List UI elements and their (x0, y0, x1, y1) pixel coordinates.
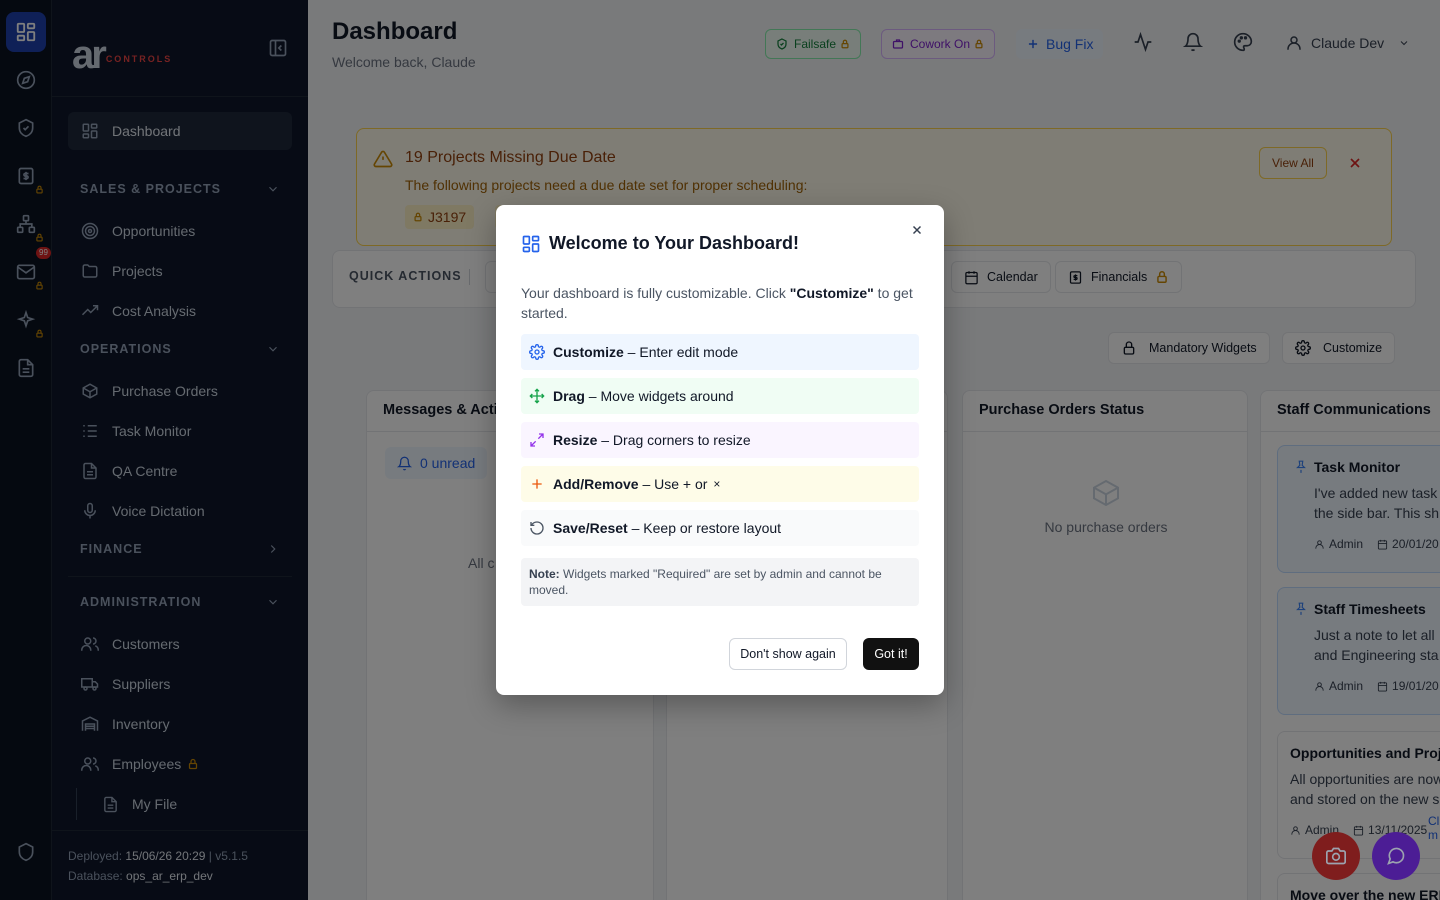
camera-icon (1326, 846, 1346, 866)
camera-fab[interactable] (1312, 832, 1360, 880)
got-it-button[interactable]: Got it! (863, 638, 919, 670)
step-add-remove: Add/Remove – Use + or × (521, 466, 919, 502)
gear-icon (529, 344, 545, 360)
chat-fab[interactable] (1372, 832, 1420, 880)
close-icon[interactable] (910, 223, 924, 237)
maximize-icon (529, 432, 545, 448)
move-icon (529, 388, 545, 404)
dialog-note: Note: Widgets marked "Required" are set … (521, 558, 919, 606)
close-icon: × (713, 477, 721, 491)
welcome-dialog: Welcome to Your Dashboard! Your dashboar… (496, 205, 944, 695)
chat-icon (1386, 846, 1406, 866)
step-customize: Customize – Enter edit mode (521, 334, 919, 370)
dont-show-again-button[interactable]: Don't show again (729, 638, 847, 670)
rotate-ccw-icon (529, 520, 545, 536)
plus-icon (529, 476, 545, 492)
dialog-title: Welcome to Your Dashboard! (549, 233, 800, 253)
dashboard-icon (521, 234, 541, 254)
step-save-reset: Save/Reset – Keep or restore layout (521, 510, 919, 546)
dialog-description: Your dashboard is fully customizable. Cl… (521, 285, 913, 321)
step-resize: Resize – Drag corners to resize (521, 422, 919, 458)
step-drag: Drag – Move widgets around (521, 378, 919, 414)
